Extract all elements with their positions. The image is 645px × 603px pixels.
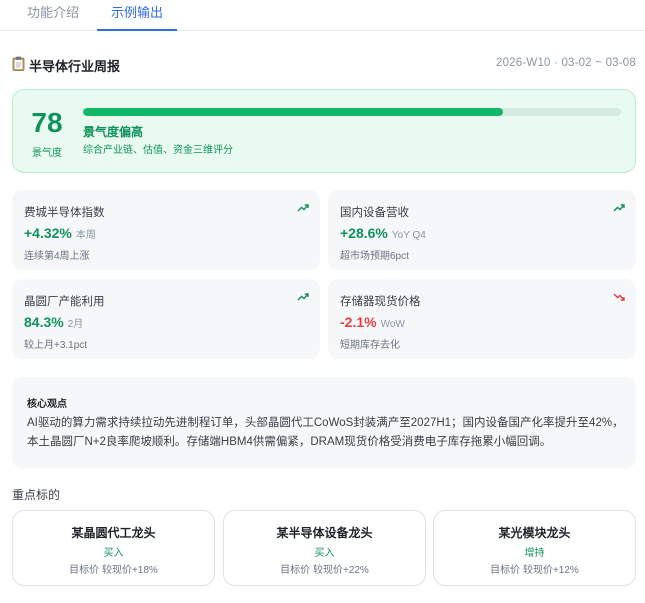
metric-note: 短期库存去化 [340, 340, 400, 351]
stock-card-equipment[interactable]: 某半导体设备龙头 买入 目标价 较现价+22% [223, 510, 426, 586]
metric-unit: YoY Q4 [391, 230, 426, 241]
sentiment-status: 景气度偏高 [83, 125, 144, 139]
metric-value-row: +28.6% YoY Q4 [340, 225, 426, 241]
stock-target: 目标价 较现价+22% [280, 565, 369, 576]
trend-up-icon [297, 204, 309, 212]
clipboard-icon [12, 56, 25, 71]
sentiment-score: 78 [31, 107, 63, 138]
sentiment-progress-fill [83, 108, 503, 116]
stock-card-foundry[interactable]: 某晶圆代工龙头 买入 目标价 较现价+18% [12, 510, 215, 586]
metric-value: +4.32% [24, 225, 72, 241]
metric-note: 较上月+3.1pct [24, 340, 88, 351]
core-view-text: AI驱动的算力需求持续拉动先进制程订单，头部晶圆代工CoWoS封装满产至2027… [27, 417, 624, 448]
trend-up-icon [613, 204, 625, 212]
sentiment-progress-bar [83, 108, 621, 116]
trend-down-icon [613, 293, 625, 301]
stock-rating: 买入 [314, 548, 335, 559]
stock-target: 目标价 较现价+18% [69, 565, 158, 576]
metric-value-row: -2.1% WoW [340, 314, 405, 330]
sentiment-score-label: 景气度 [32, 148, 62, 159]
tab-bar: 功能介绍 示例输出 [0, 0, 645, 31]
date-range: 2026-W10 · 03-02 ~ 03-08 [495, 57, 636, 69]
stock-card-optical-module[interactable]: 某光模块龙头 增持 目标价 较现价+12% [433, 510, 636, 586]
stock-name: 某晶圆代工龙头 [71, 526, 156, 540]
page-title: 半导体行业周报 [29, 59, 121, 74]
core-view-title: 核心观点 [27, 399, 67, 410]
trend-up-icon [297, 293, 309, 301]
sentiment-card: 78 景气度 景气度偏高 综合产业链、估值、资金三维评分 [12, 89, 636, 173]
metric-value: -2.1% [340, 314, 377, 330]
core-view-panel: 核心观点 AI驱动的算力需求持续拉动先进制程订单，头部晶圆代工CoWoS封装满产… [12, 377, 636, 468]
stock-rating: 增持 [524, 548, 545, 559]
metric-note: 连续第4周上涨 [24, 251, 90, 262]
metric-title: 存储器现货价格 [340, 296, 421, 308]
metric-title: 费城半导体指数 [24, 207, 105, 219]
metric-card-equipment-revenue: 国内设备营收 +28.6% YoY Q4 超市场预期6pct [328, 190, 636, 270]
metric-unit: 本周 [75, 230, 96, 241]
tab-feature-intro[interactable]: 功能介绍 [27, 4, 79, 31]
stock-rating: 买入 [103, 548, 124, 559]
metric-value: +28.6% [340, 225, 388, 241]
stock-target: 目标价 较现价+12% [490, 565, 579, 576]
metric-card-fab-utilization: 晶圆厂产能利用 84.3% 2月 较上月+3.1pct [12, 279, 320, 359]
stock-name: 某半导体设备龙头 [276, 526, 373, 540]
metric-unit: 2月 [67, 319, 84, 330]
key-stocks-label: 重点标的 [12, 488, 61, 502]
stock-name: 某光模块龙头 [498, 526, 571, 540]
tab-sample-output[interactable]: 示例输出 [97, 4, 177, 31]
metric-card-memory-spot-price: 存储器现货价格 -2.1% WoW 短期库存去化 [328, 279, 636, 359]
metric-note: 超市场预期6pct [340, 251, 409, 262]
metric-title: 国内设备营收 [340, 207, 409, 219]
metric-value: 84.3% [24, 314, 64, 330]
sentiment-subtitle: 综合产业链、估值、资金三维评分 [83, 145, 233, 156]
metric-value-row: +4.32% 本周 [24, 225, 96, 241]
report-header: 半导体行业周报 2026-W10 · 03-02 ~ 03-08 [12, 55, 636, 75]
metric-card-sox: 费城半导体指数 +4.32% 本周 连续第4周上涨 [12, 190, 320, 270]
metric-value-row: 84.3% 2月 [24, 314, 83, 330]
metric-unit: WoW [380, 319, 405, 330]
metric-title: 晶圆厂产能利用 [24, 296, 105, 308]
